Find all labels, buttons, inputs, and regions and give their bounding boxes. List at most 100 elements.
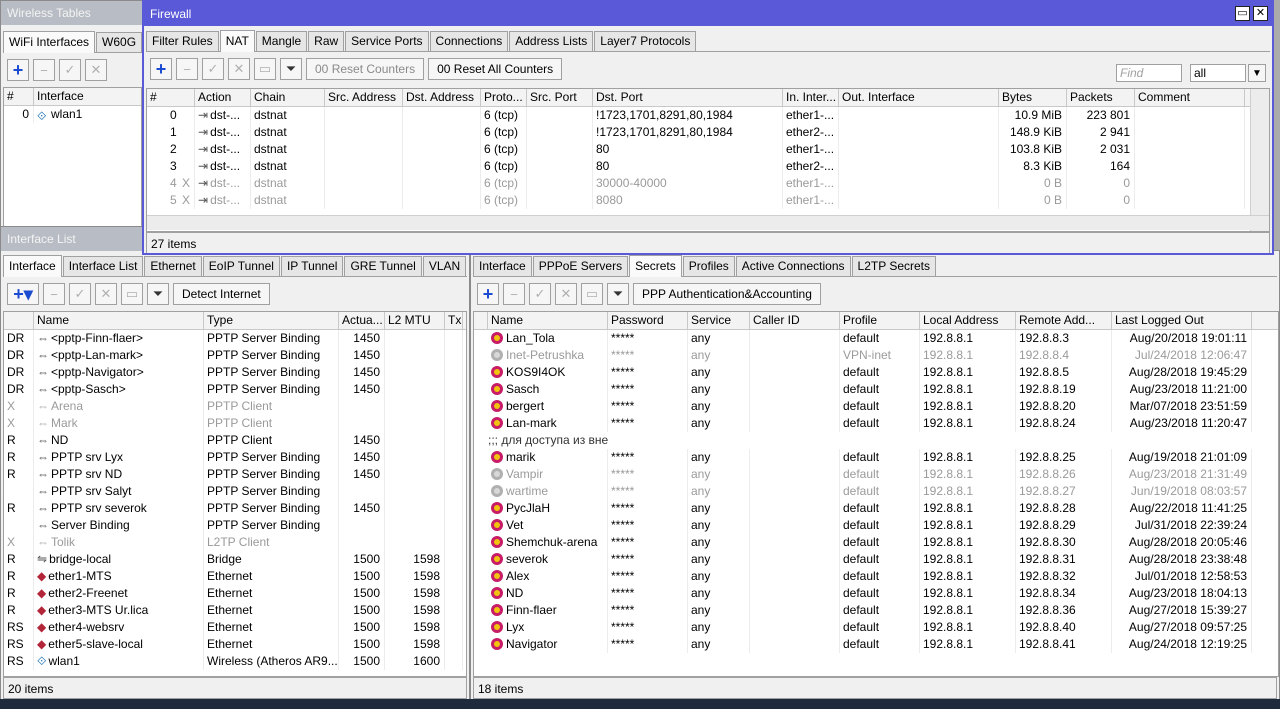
table-row[interactable]: Sasch ***** any default 192.8.8.1 192.8.8.19 A… bbox=[474, 381, 1278, 398]
table-row[interactable]: X ⇔ Mark PPTP Client bbox=[4, 415, 466, 432]
tab-eoip-tunnel[interactable]: EoIP Tunnel bbox=[202, 256, 280, 276]
disable-icon[interactable]: ✕ bbox=[228, 58, 250, 80]
disable-icon[interactable]: ✕ bbox=[555, 283, 577, 305]
col-header-dst-port[interactable]: Dst. Port bbox=[593, 89, 783, 106]
comment-icon[interactable]: ▭ bbox=[254, 58, 276, 80]
tab-filter-rules[interactable]: Filter Rules bbox=[146, 31, 219, 51]
table-row[interactable]: Lan_Tola ***** any default 192.8.8.1 192.8.8.… bbox=[474, 330, 1278, 347]
col-header-action[interactable]: Action bbox=[195, 89, 251, 106]
table-row[interactable]: 1 ⇥ dst-... dstnat 6 (tcp) !1723,1701,8291,8… bbox=[147, 124, 1269, 141]
table-row[interactable]: ND ***** any default 192.8.8.1 192.8.8.34 Aug/… bbox=[474, 585, 1278, 602]
firewall-title[interactable]: Firewall bbox=[144, 2, 1272, 26]
add-icon[interactable]: + bbox=[477, 283, 499, 305]
table-row[interactable]: X ⇔ Arena PPTP Client bbox=[4, 398, 466, 415]
tab-address-lists[interactable]: Address Lists bbox=[509, 31, 594, 51]
col-header-name[interactable]: Name bbox=[488, 312, 608, 329]
remove-icon[interactable]: − bbox=[43, 283, 65, 305]
col-header-comment[interactable]: Comment bbox=[1135, 89, 1245, 106]
table-row[interactable]: 3 ⇥ dst-... dstnat 6 (tcp) 80 ether2-... 8.3 K… bbox=[147, 158, 1269, 175]
col-header-last-logged-out[interactable]: Last Logged Out bbox=[1112, 312, 1252, 329]
col-header-chain[interactable]: Chain bbox=[251, 89, 325, 106]
horizontal-scrollbar[interactable] bbox=[147, 215, 1269, 230]
reset-all-counters-button[interactable]: 00 Reset All Counters bbox=[428, 58, 563, 80]
table-row[interactable]: DR ⇔ <pptp-Finn-flaer> PPTP Server Binding 1… bbox=[4, 330, 466, 347]
col-header-type[interactable]: Type bbox=[204, 312, 339, 329]
table-row[interactable]: wartime ***** any default 192.8.8.1 192.8.8.2… bbox=[474, 483, 1278, 500]
tab-raw[interactable]: Raw bbox=[308, 31, 345, 51]
col-header-l2-mtu[interactable]: L2 MTU bbox=[385, 312, 445, 329]
tab-pppoe-servers[interactable]: PPPoE Servers bbox=[532, 256, 629, 276]
tab-active-connections[interactable]: Active Connections bbox=[735, 256, 851, 276]
col-header-name[interactable]: Name bbox=[34, 312, 204, 329]
enable-icon[interactable]: ✓ bbox=[202, 58, 224, 80]
tab-secrets[interactable]: Secrets bbox=[629, 255, 682, 277]
tab-ip-tunnel[interactable]: IP Tunnel bbox=[280, 256, 344, 276]
table-row[interactable]: DR ⇔ <pptp-Navigator> PPTP Server Binding 14… bbox=[4, 364, 466, 381]
remove-icon[interactable]: − bbox=[176, 58, 198, 80]
table-row[interactable]: RS ◆ ether5-slave-local Ethernet 1500 1598 bbox=[4, 636, 466, 653]
table-row[interactable]: R ⇋ bridge-local Bridge 1500 1598 bbox=[4, 551, 466, 568]
tab-service-ports[interactable]: Service Ports bbox=[345, 31, 429, 51]
col-header-caller-id[interactable]: Caller ID bbox=[750, 312, 840, 329]
vertical-scrollbar[interactable] bbox=[1250, 89, 1269, 231]
table-row[interactable]: DR ⇔ <pptp-Sasch> PPTP Server Binding 1450 bbox=[4, 381, 466, 398]
table-row[interactable]: R ◆ ether1-MTS Ethernet 1500 1598 bbox=[4, 568, 466, 585]
table-row[interactable]: 5 X ⇥ dst-... dstnat 6 (tcp) 8080 ether1-... 0 … bbox=[147, 192, 1269, 209]
filter-icon[interactable]: ⏷ bbox=[147, 283, 169, 305]
table-row[interactable]: RS ⟐ wlan1 Wireless (Atheros AR9... 1500 1600 bbox=[4, 653, 466, 670]
col-header-out-interface[interactable]: Out. Interface bbox=[839, 89, 999, 106]
remove-icon[interactable]: − bbox=[503, 283, 525, 305]
col-header-in-inter[interactable]: In. Inter... bbox=[783, 89, 839, 106]
enable-icon[interactable]: ✓ bbox=[59, 59, 81, 81]
col-header-actua[interactable]: Actua... bbox=[339, 312, 385, 329]
add-icon[interactable]: + bbox=[7, 59, 29, 81]
table-row[interactable]: DR ⇔ <pptp-Lan-mark> PPTP Server Binding 145… bbox=[4, 347, 466, 364]
comment-icon[interactable]: ▭ bbox=[121, 283, 143, 305]
table-row[interactable]: 2 ⇥ dst-... dstnat 6 (tcp) 80 ether1-... 103.8… bbox=[147, 141, 1269, 158]
add-icon[interactable]: + bbox=[150, 58, 172, 80]
col-header-proto[interactable]: Proto... bbox=[481, 89, 527, 106]
find-input[interactable]: Find bbox=[1116, 64, 1182, 82]
table-row[interactable]: R ⇔ PPTP srv severok PPTP Server Binding 145… bbox=[4, 500, 466, 517]
table-row[interactable]: Finn-flaer ***** any default 192.8.8.1 192.8.… bbox=[474, 602, 1278, 619]
col-header-num[interactable]: # bbox=[4, 88, 34, 105]
chevron-down-icon[interactable]: ▼ bbox=[1248, 64, 1266, 82]
tab-vlan[interactable]: VLAN bbox=[422, 256, 467, 276]
tab-w60g[interactable]: W60G bbox=[96, 32, 143, 52]
tab-nat[interactable]: NAT bbox=[219, 30, 255, 52]
table-row[interactable]: ⇔ Server Binding PPTP Server Binding bbox=[4, 517, 466, 534]
tab-gre-tunnel[interactable]: GRE Tunnel bbox=[344, 256, 422, 276]
tab-interface-list[interactable]: Interface List bbox=[62, 256, 144, 276]
tab-layer7-protocols[interactable]: Layer7 Protocols bbox=[594, 31, 697, 51]
col-header-tx[interactable]: Tx bbox=[445, 312, 463, 329]
restore-icon[interactable]: ▭ bbox=[1235, 6, 1250, 21]
col-header-profile[interactable]: Profile bbox=[840, 312, 920, 329]
col-header-remote-add[interactable]: Remote Add... bbox=[1016, 312, 1112, 329]
col-header-packets[interactable]: Packets bbox=[1067, 89, 1135, 106]
add-icon[interactable]: +▾ bbox=[7, 283, 39, 305]
col-header-src-address[interactable]: Src. Address bbox=[325, 89, 403, 106]
tab-l2tp-secrets[interactable]: L2TP Secrets bbox=[851, 256, 936, 276]
tab-profiles[interactable]: Profiles bbox=[682, 256, 735, 276]
table-row[interactable]: Navigator ***** any default 192.8.8.1 192.8.8… bbox=[474, 636, 1278, 653]
table-row[interactable]: R ◆ ether3-MTS Ur.lica Ethernet 1500 1598 bbox=[4, 602, 466, 619]
table-row[interactable]: marik ***** any default 192.8.8.1 192.8.8.25 A… bbox=[474, 449, 1278, 466]
filter-icon[interactable]: ⏷ bbox=[607, 283, 629, 305]
table-row[interactable]: RS ◆ ether4-websrv Ethernet 1500 1598 bbox=[4, 619, 466, 636]
tab-interface[interactable]: Interface bbox=[3, 255, 62, 277]
reset-counters-button[interactable]: 00 Reset Counters bbox=[306, 58, 425, 80]
table-row[interactable]: ⇔ PPTP srv Salyt PPTP Server Binding bbox=[4, 483, 466, 500]
ppp-auth-accounting-button[interactable]: PPP Authentication&Accounting bbox=[633, 283, 821, 305]
tab-mangle[interactable]: Mangle bbox=[255, 31, 308, 51]
detect-internet-button[interactable]: Detect Internet bbox=[173, 283, 270, 305]
wireless-title[interactable]: Wireless Tables bbox=[1, 1, 144, 25]
col-header-flags[interactable] bbox=[4, 312, 34, 329]
table-row[interactable]: R ◆ ether2-Freenet Ethernet 1500 1598 bbox=[4, 585, 466, 602]
filter-icon[interactable]: ⏷ bbox=[280, 58, 302, 80]
table-row[interactable]: Lyx ***** any default 192.8.8.1 192.8.8.40 Aug… bbox=[474, 619, 1278, 636]
table-row[interactable]: PycJlaH ***** any default 192.8.8.1 192.8.8.2… bbox=[474, 500, 1278, 517]
col-header-local-address[interactable]: Local Address bbox=[920, 312, 1016, 329]
close-icon[interactable]: ✕ bbox=[1253, 6, 1268, 21]
col-header-bytes[interactable]: Bytes bbox=[999, 89, 1067, 106]
enable-icon[interactable]: ✓ bbox=[529, 283, 551, 305]
